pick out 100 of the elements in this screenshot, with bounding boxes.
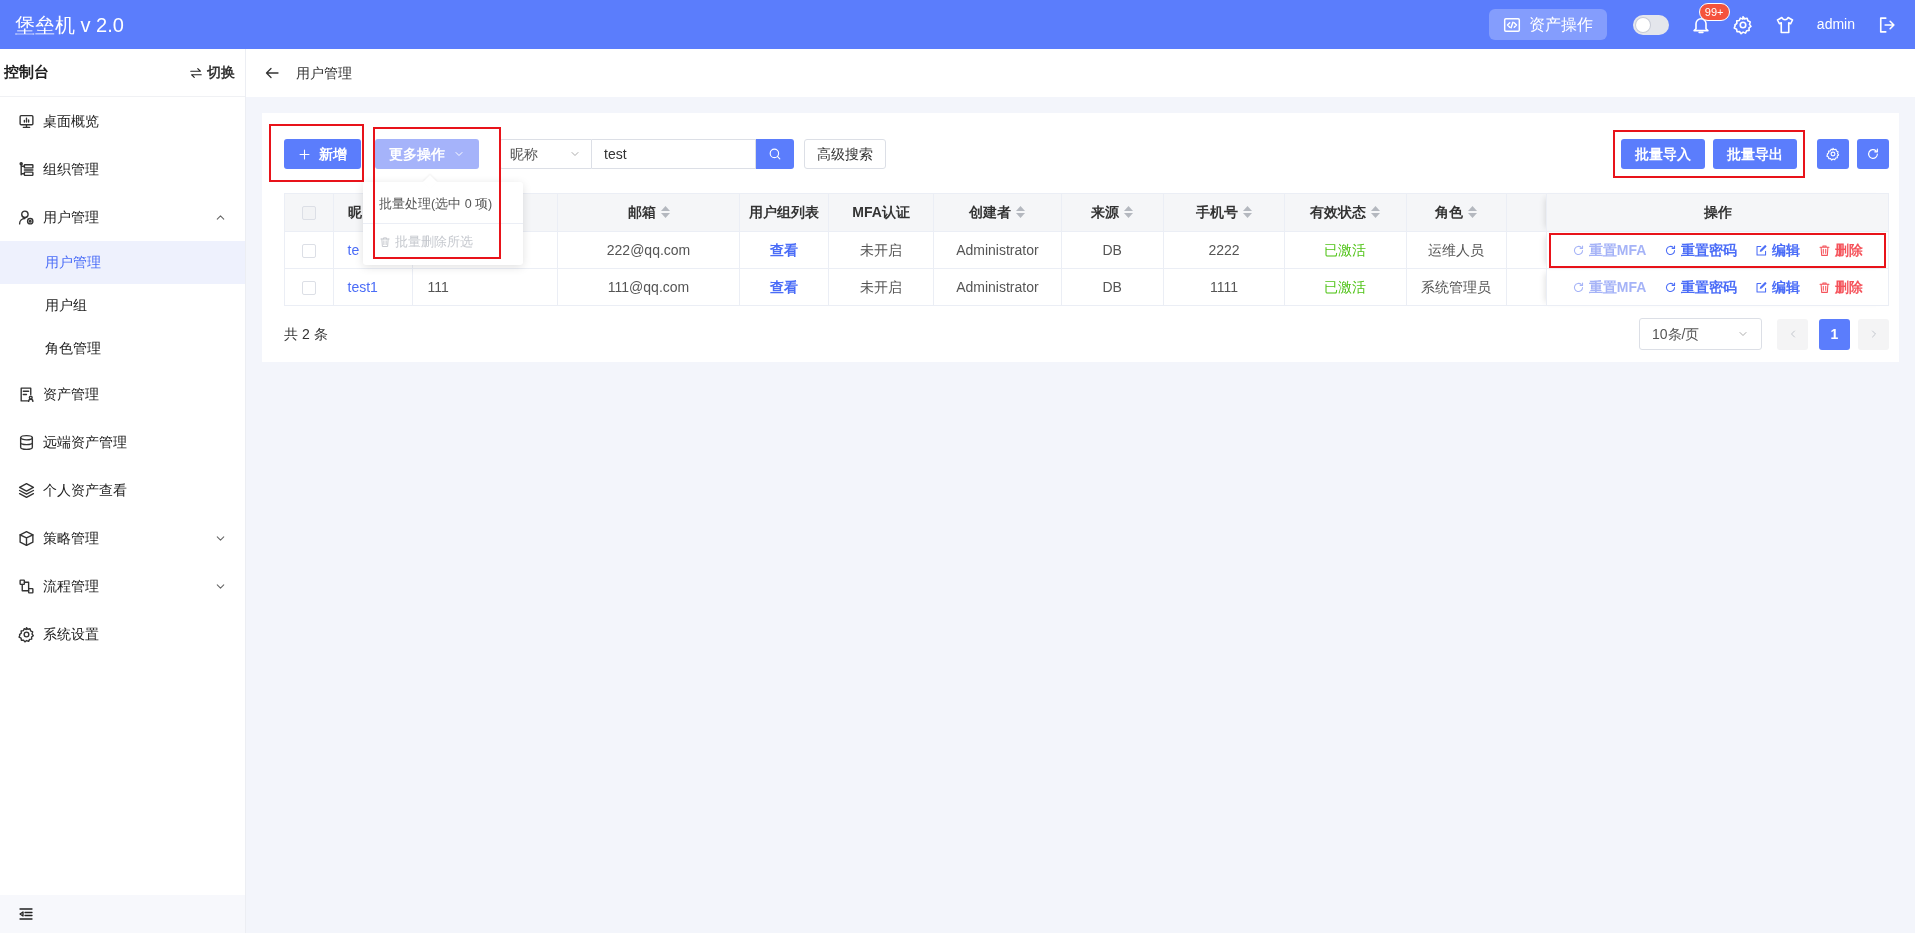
table-cell: Administrator [956,278,1039,295]
sort-icon[interactable] [1016,206,1026,218]
sort-icon[interactable] [1468,206,1478,218]
user-name[interactable]: admin [1816,14,1855,35]
back-arrow-icon[interactable] [264,65,280,81]
sidebar-item[interactable]: 资产管理 [0,370,245,418]
table-cell: DB [1102,278,1122,295]
table-cell: 未开启 [860,278,903,295]
theme-switch[interactable] [1632,14,1669,35]
sidebar-item[interactable]: 个人资产查看 [0,466,245,514]
sidebar-item[interactable]: 系统设置 [0,610,245,658]
table-cell: 2222 [1208,241,1240,258]
table-cell: DB [1102,241,1122,258]
sidebar-item[interactable]: 桌面概览 [0,97,245,145]
refresh-icon [1664,280,1678,294]
row-checkbox[interactable] [301,243,316,258]
trash-icon [379,236,391,249]
flowchart-icon [18,577,35,595]
total-count: 共 2 条 [284,324,328,344]
sidebar-item[interactable]: 用户管理 [0,193,245,241]
new-button[interactable]: 新增 [284,139,361,169]
view-link[interactable]: 查看 [770,241,799,258]
user-icon [18,208,35,226]
table-cell: 111 [427,278,449,295]
refresh-icon [1571,243,1585,257]
advanced-search-button[interactable]: 高级搜索 [804,139,886,169]
table-cell: 未开启 [860,241,903,258]
refresh-icon [1571,280,1585,294]
sort-icon[interactable] [1124,206,1134,218]
shirt-icon[interactable] [1774,14,1795,35]
sidebar-item[interactable]: 组织管理 [0,145,245,193]
table-cell: Administrator [956,241,1039,258]
table-cell: 1111 [1209,278,1238,295]
action-link[interactable]: 编辑 [1755,276,1801,298]
column-header[interactable]: 创建者 [969,204,1012,220]
edit-icon [1755,243,1769,257]
username-link[interactable]: test1 [347,278,378,295]
action-link[interactable]: 重置密码 [1664,276,1738,298]
logout-icon[interactable] [1877,14,1897,35]
page-title: 用户管理 [296,63,352,83]
sidebar-item[interactable]: 流程管理 [0,562,245,610]
document-icon [18,385,35,403]
settings-icon[interactable] [1732,14,1753,35]
search-input[interactable]: test [592,139,756,169]
menu-fold-icon[interactable] [18,906,34,922]
layers-icon [18,481,35,499]
column-settings-button[interactable] [1817,139,1849,169]
sort-icon[interactable] [660,206,670,218]
notification-badge: 99+ [1698,2,1730,21]
column-header[interactable]: 有效状态 [1310,204,1367,220]
column-header: MFA认证 [852,204,910,220]
select-all-checkbox[interactable] [301,206,316,221]
plus-icon [298,147,311,161]
view-link[interactable]: 查看 [770,278,799,295]
refresh-button[interactable] [1857,139,1889,169]
sidebar-title: 控制台 [4,62,49,83]
sort-icon[interactable] [1242,206,1252,218]
sidebar-subitem[interactable]: 角色管理 [0,327,245,370]
sort-icon[interactable] [1371,206,1381,218]
column-header[interactable]: 手机号 [1195,204,1238,220]
refresh-icon [1664,243,1678,257]
sidebar-subitem[interactable]: 用户组 [0,284,245,327]
switch-link[interactable]: 切换 [189,62,235,83]
sidebar-subitem[interactable]: 用户管理 [0,241,245,284]
page-button[interactable]: 1 [1819,318,1850,350]
sidebar-item[interactable]: 策略管理 [0,514,245,562]
search-button[interactable] [756,139,794,169]
batch-button[interactable]: 批量导入 [1621,139,1705,169]
refresh-icon [1866,147,1880,161]
trash-icon [1818,243,1832,257]
batch-button[interactable]: 批量导出 [1713,139,1797,169]
column-header: 操作 [1703,204,1732,220]
settings-icon [18,625,35,643]
table-cell: 111@qq.com [607,278,690,295]
column-header: 昵 [347,204,362,220]
action-link[interactable]: 重置密码 [1664,239,1738,261]
database-icon [18,433,35,451]
username-link[interactable]: te [347,241,360,258]
trash-icon [1818,280,1832,294]
edit-icon [1755,280,1769,294]
column-header: 用户组列表 [749,204,820,220]
search-icon [768,147,782,161]
row-checkbox[interactable] [301,280,316,295]
dropdown-item[interactable]: 批量处理(选中 0 项) [363,186,523,223]
hierarchy-icon [18,160,35,178]
action-link[interactable]: 编辑 [1755,239,1801,261]
settings-icon [1826,147,1840,161]
column-header[interactable]: 邮箱 [627,204,656,220]
cube-icon [18,529,35,547]
table-cell: 运维人员 [1428,241,1485,258]
code-icon [1502,15,1521,34]
status-text: 已激活 [1324,278,1367,295]
monitor-icon [18,112,35,130]
column-header[interactable]: 来源 [1091,204,1120,220]
swap-icon [189,65,203,80]
sidebar-item[interactable]: 远端资产管理 [0,418,245,466]
column-header[interactable]: 角色 [1435,204,1464,220]
page-size-select[interactable]: 10条/页 [1639,318,1762,350]
table-cell: 系统管理员 [1421,278,1492,295]
app-title: 堡垒机 v 2.0 [15,12,124,38]
